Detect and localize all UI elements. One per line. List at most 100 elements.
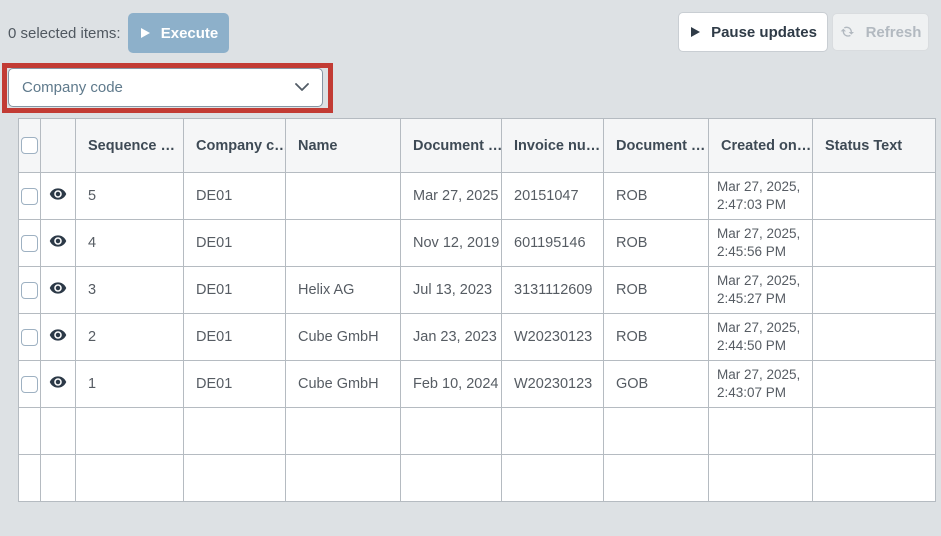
header-invoice-number[interactable]: Invoice nu… (502, 119, 604, 173)
created-date: Mar 27, 2025, (717, 178, 812, 196)
cell-invoice-number: W20230123 (502, 314, 604, 361)
pause-updates-button[interactable]: Pause updates (678, 12, 828, 52)
app-window: 0 selected items: Execute Pause updates … (0, 0, 941, 536)
row-select-cell (19, 173, 41, 220)
cell-invoice-number: 3131112609 (502, 267, 604, 314)
execute-button[interactable]: Execute (128, 13, 229, 53)
eye-icon[interactable] (49, 373, 67, 391)
created-time: 2:43:07 PM (717, 384, 812, 402)
row-view-cell (41, 267, 76, 314)
created-time: 2:44:50 PM (717, 337, 812, 355)
empty-cell (604, 455, 709, 502)
cell-invoice-number: 20151047 (502, 173, 604, 220)
row-checkbox[interactable] (21, 282, 38, 299)
empty-cell (502, 455, 604, 502)
play-icon (689, 26, 701, 38)
eye-icon[interactable] (49, 326, 67, 344)
refresh-icon (840, 24, 856, 40)
company-code-select[interactable]: Company code (8, 68, 323, 107)
table-row: 1 DE01 Cube GmbH Feb 10, 2024 W20230123 … (19, 361, 936, 408)
cell-sequence: 5 (76, 173, 184, 220)
header-company-code[interactable]: Company c… (184, 119, 286, 173)
cell-document-type: ROB (604, 314, 709, 361)
empty-cell (813, 408, 936, 455)
header-name[interactable]: Name (286, 119, 401, 173)
cell-name (286, 220, 401, 267)
eye-icon[interactable] (49, 185, 67, 203)
row-checkbox[interactable] (21, 376, 38, 393)
table-row: 3 DE01 Helix AG Jul 13, 2023 3131112609 … (19, 267, 936, 314)
cell-document-date: Feb 10, 2024 (401, 361, 502, 408)
cell-company-code: DE01 (184, 173, 286, 220)
cell-document-type: ROB (604, 173, 709, 220)
cell-created-on: Mar 27, 2025,2:47:03 PM (709, 173, 813, 220)
cell-status-text (813, 361, 936, 408)
row-select-cell (19, 220, 41, 267)
empty-cell (502, 408, 604, 455)
created-date: Mar 27, 2025, (717, 319, 812, 337)
execute-button-label: Execute (161, 25, 219, 42)
cell-status-text (813, 220, 936, 267)
empty-cell (19, 455, 41, 502)
cell-created-on: Mar 27, 2025,2:45:27 PM (709, 267, 813, 314)
header-document-type[interactable]: Document … (604, 119, 709, 173)
row-view-cell (41, 220, 76, 267)
empty-cell (286, 408, 401, 455)
cell-name: Cube GmbH (286, 361, 401, 408)
header-created-on[interactable]: Created on… (709, 119, 813, 173)
row-view-cell (41, 361, 76, 408)
created-date: Mar 27, 2025, (717, 366, 812, 384)
empty-cell (286, 455, 401, 502)
created-date: Mar 27, 2025, (717, 225, 812, 243)
table-row: 4 DE01 Nov 12, 2019 601195146 ROB Mar 27… (19, 220, 936, 267)
eye-icon[interactable] (49, 232, 67, 250)
cell-company-code: DE01 (184, 267, 286, 314)
empty-cell (41, 455, 76, 502)
empty-cell (76, 408, 184, 455)
cell-company-code: DE01 (184, 220, 286, 267)
cell-name (286, 173, 401, 220)
header-sequence[interactable]: Sequence … (76, 119, 184, 173)
created-date: Mar 27, 2025, (717, 272, 812, 290)
results-table: Sequence … Company c… Name Document … In… (18, 118, 936, 502)
created-time: 2:47:03 PM (717, 196, 812, 214)
empty-table-row (19, 455, 936, 502)
select-all-checkbox[interactable] (21, 137, 38, 154)
eye-icon[interactable] (49, 279, 67, 297)
header-select-all-cell (19, 119, 41, 173)
header-status-text[interactable]: Status Text (813, 119, 936, 173)
cell-created-on: Mar 27, 2025,2:43:07 PM (709, 361, 813, 408)
cell-invoice-number: W20230123 (502, 361, 604, 408)
empty-cell (184, 408, 286, 455)
table-row: 5 DE01 Mar 27, 2025 20151047 ROB Mar 27,… (19, 173, 936, 220)
cell-invoice-number: 601195146 (502, 220, 604, 267)
row-checkbox[interactable] (21, 329, 38, 346)
empty-cell (401, 455, 502, 502)
cell-company-code: DE01 (184, 314, 286, 361)
created-time: 2:45:27 PM (717, 290, 812, 308)
cell-document-date: Jan 23, 2023 (401, 314, 502, 361)
cell-sequence: 1 (76, 361, 184, 408)
cell-status-text (813, 173, 936, 220)
cell-document-date: Jul 13, 2023 (401, 267, 502, 314)
cell-sequence: 4 (76, 220, 184, 267)
row-view-cell (41, 314, 76, 361)
cell-document-type: ROB (604, 267, 709, 314)
row-select-cell (19, 314, 41, 361)
company-code-select-label: Company code (22, 79, 123, 96)
cell-company-code: DE01 (184, 361, 286, 408)
row-checkbox[interactable] (21, 188, 38, 205)
cell-sequence: 2 (76, 314, 184, 361)
refresh-button[interactable]: Refresh (832, 13, 929, 51)
refresh-button-label: Refresh (866, 24, 922, 41)
row-view-cell (41, 173, 76, 220)
row-select-cell (19, 361, 41, 408)
table-header-row: Sequence … Company c… Name Document … In… (19, 119, 936, 173)
header-document-date[interactable]: Document … (401, 119, 502, 173)
cell-document-type: GOB (604, 361, 709, 408)
play-icon (139, 27, 151, 39)
empty-cell (709, 455, 813, 502)
table-row: 2 DE01 Cube GmbH Jan 23, 2023 W20230123 … (19, 314, 936, 361)
row-checkbox[interactable] (21, 235, 38, 252)
cell-name: Helix AG (286, 267, 401, 314)
